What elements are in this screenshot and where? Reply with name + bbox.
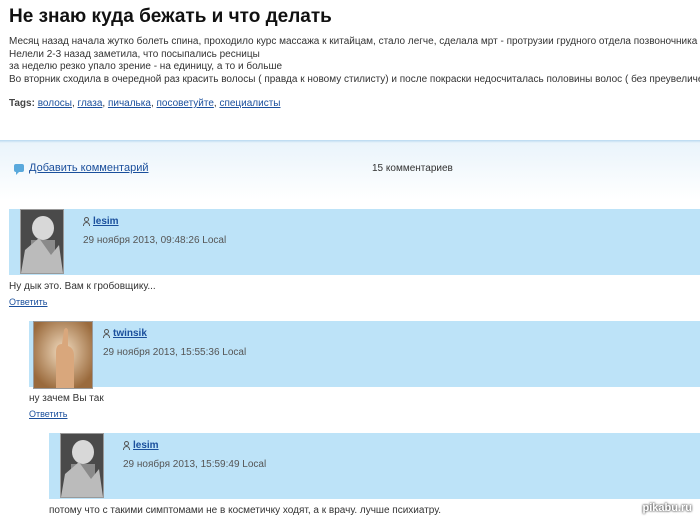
comment-date: 29 ноября 2013, 09:48:26 Local [83,235,227,246]
comment-author: lesim [83,216,119,227]
post-body-line: за неделю резко упало зрение - на единиц… [9,61,283,72]
post-body-line: Нелели 2-3 назад заметила, что посыпалис… [9,48,260,60]
post-body-line: Во вторник сходила в очередной раз краси… [9,73,700,85]
avatar-image [21,210,63,273]
comment-count: 15 комментариев [372,163,453,174]
user-icon [123,441,130,450]
watermark: pikabu.ru [642,502,692,514]
add-comment-row: Добавить комментарий [14,162,148,175]
post-title: Не знаю куда бежать и что делать [9,6,332,27]
author-link[interactable]: twinsik [113,328,147,339]
tag-link[interactable]: волосы [38,98,72,109]
tag-link[interactable]: посоветуйте [157,98,214,109]
author-link[interactable]: lesim [133,440,159,451]
add-comment-link[interactable]: Добавить комментарий [29,162,148,174]
avatar[interactable] [60,433,104,498]
user-icon [103,329,110,338]
reply-link[interactable]: Ответить [29,409,67,419]
comment-text: Ну дык это. Вам к гробовщику... [9,281,156,292]
tag-link[interactable]: специалисты [219,98,280,109]
tag-link[interactable]: пичалька [108,98,151,109]
comment-date: 29 ноября 2013, 15:59:49 Local [123,459,267,470]
tags-line: Tags: волосы, глаза, пичалька, посоветуй… [9,98,281,109]
avatar[interactable] [20,209,64,274]
comment-author: twinsik [103,328,147,339]
author-link[interactable]: lesim [93,216,119,227]
avatar-image [61,434,103,497]
tag-link[interactable]: глаза [78,98,103,109]
comment-text: ну зачем Вы так [29,393,104,404]
post-body-line: Месяц назад начала жутко болеть спина, п… [9,36,698,47]
comment-bubble-icon [14,164,24,175]
post-body: Месяц назад начала жутко болеть спина, п… [9,36,700,86]
comment-author: lesim [123,440,159,451]
avatar-image [34,322,92,388]
user-icon [83,217,90,226]
comment-text: потому что с такими симптомами не в косм… [49,505,442,516]
reply-link[interactable]: Ответить [9,297,47,307]
comment-date: 29 ноября 2013, 15:55:36 Local [103,347,247,358]
avatar[interactable] [33,321,93,389]
tags-label: Tags: [9,98,35,109]
